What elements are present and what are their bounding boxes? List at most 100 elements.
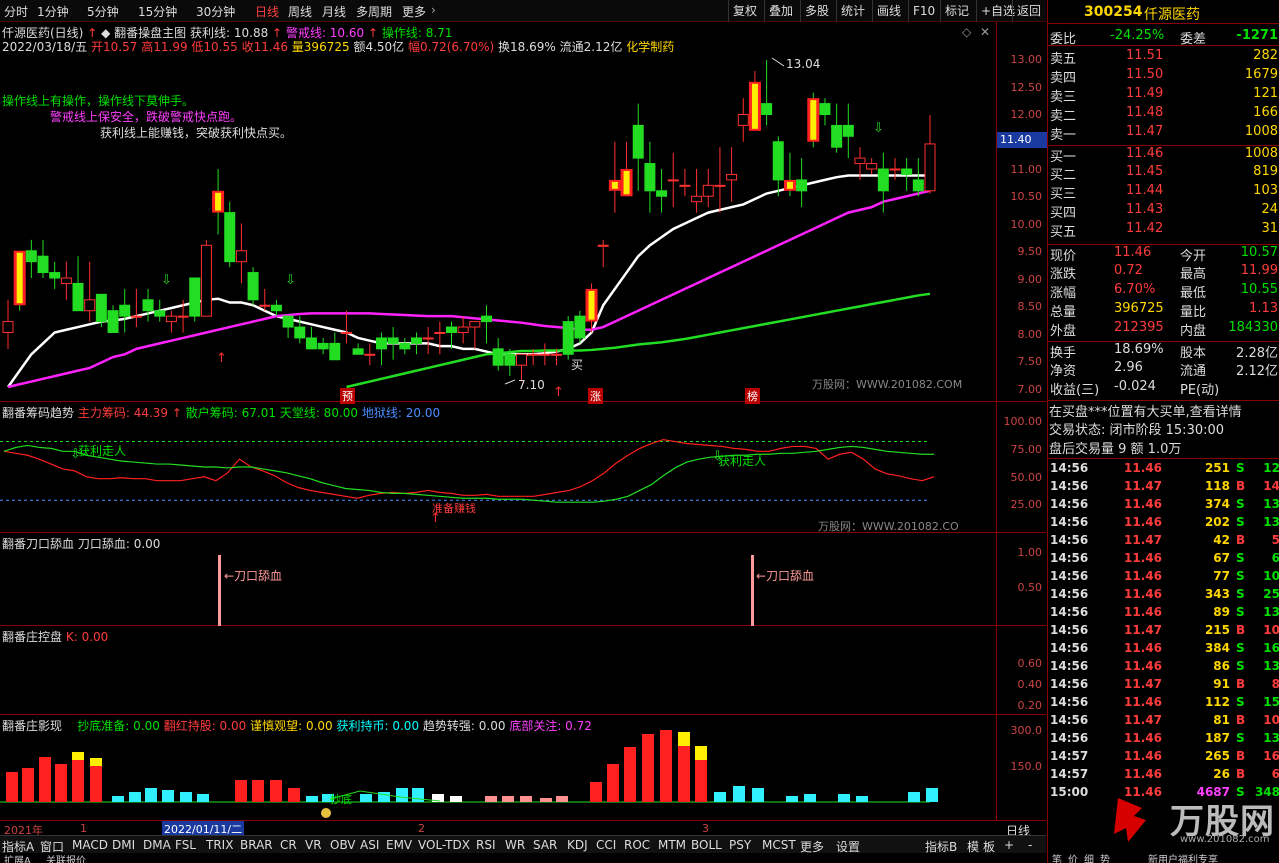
ext-a-tab[interactable]: 扩展A xyxy=(4,852,31,863)
shadow-bar xyxy=(838,794,850,802)
min-price-label: 7.10 xyxy=(518,378,545,392)
period-tab-fenshi[interactable]: 分时 xyxy=(4,3,28,20)
multi-stock-button[interactable]: 多股 xyxy=(800,0,833,22)
shadow-pane[interactable]: 翻番庄影现 抄底准备: 0.00 翻红持股: 0.00 谨慎观望: 0.00 获… xyxy=(0,715,1046,820)
period-tab-daily[interactable]: 日线 xyxy=(255,3,279,20)
axis-label: 300.0 xyxy=(1010,724,1043,737)
main-chart-pane[interactable]: 仟源医药(日线) ↑ ◆ 翻番操盘主图 获利线: 10.88 ↑ 警戒线: 10… xyxy=(0,22,1047,404)
indicator-tab-10[interactable]: OBV xyxy=(330,838,356,852)
period-tab-monthly[interactable]: 月线 xyxy=(322,3,346,20)
indicator-tab-17[interactable]: KDJ xyxy=(567,838,588,852)
indicator-tab-9[interactable]: VR xyxy=(305,838,322,852)
indicator-tab-19[interactable]: ROC xyxy=(624,838,650,852)
bid-row[interactable]: 买二 11.45 819 xyxy=(1048,164,1279,183)
indicator-tab-18[interactable]: CCI xyxy=(596,838,616,852)
indicator-tab-11[interactable]: ASI xyxy=(360,838,379,852)
candle-body xyxy=(702,184,714,197)
indicator-tab-7[interactable]: BRAR xyxy=(240,838,273,852)
draw-line-button[interactable]: 画线 xyxy=(872,0,905,22)
candle-body xyxy=(375,337,387,350)
ask-row[interactable]: 卖二 11.48 166 xyxy=(1048,105,1279,124)
period-tab-15min[interactable]: 15分钟 xyxy=(138,3,177,20)
stat-cell: 0.72 xyxy=(1114,263,1143,278)
shadow-bar xyxy=(695,760,707,802)
level-label: 买五 xyxy=(1050,225,1077,240)
indicator-tab-21[interactable]: BOLL xyxy=(691,838,722,852)
indicator-tab-22[interactable]: PSY xyxy=(729,838,751,852)
bid-row[interactable]: 买一 11.46 1008 xyxy=(1048,145,1279,165)
indicator-tab-14[interactable]: RSI xyxy=(476,838,496,852)
indicator-tab-4[interactable]: DMA xyxy=(143,838,171,852)
tick-cell: 11.47 xyxy=(1124,623,1162,637)
level-price: 11.47 xyxy=(1126,124,1164,139)
stats-button[interactable]: 统计 xyxy=(836,0,869,22)
period-tab-more[interactable]: 更多 xyxy=(402,3,426,20)
footer-tab[interactable]: 势 xyxy=(1100,851,1110,863)
knife-edge-pane[interactable]: 翻番刀口舔血 刀口舔血: 0.00 ←刀口舔血 ←刀口舔血 1.00 0.50 xyxy=(0,533,1046,626)
shadow-bar xyxy=(6,772,18,802)
tick-row: 14:56 11.46 67 S 6 xyxy=(1048,551,1279,569)
bid-row[interactable]: 买五 11.42 31 xyxy=(1048,221,1279,240)
bid-row[interactable]: 买三 11.44 103 xyxy=(1048,183,1279,202)
indicator-tab-2[interactable]: MACD xyxy=(72,838,108,852)
ask-row[interactable]: 卖四 11.50 1679 xyxy=(1048,67,1279,86)
tick-cell: 25 xyxy=(1263,587,1279,601)
mark-button[interactable]: 标记 xyxy=(940,0,973,22)
indicator-tab-23[interactable]: MCST xyxy=(762,838,796,852)
indicator-tab-15[interactable]: WR xyxy=(505,838,525,852)
max-pointer xyxy=(771,57,785,67)
period-tab-30min[interactable]: 30分钟 xyxy=(196,3,235,20)
candle-body xyxy=(84,299,96,312)
bid-row[interactable]: 买四 11.43 24 xyxy=(1048,202,1279,221)
chevron-right-icon[interactable]: › xyxy=(431,3,436,17)
period-tab-1min[interactable]: 1分钟 xyxy=(37,3,69,20)
period-tab-multi[interactable]: 多周期 xyxy=(356,3,392,20)
indicator-tab-8[interactable]: CR xyxy=(280,838,297,852)
chip-trend-chart: ⇩ ⇩↑ xyxy=(0,438,935,526)
tick-cell: 14:56 xyxy=(1050,695,1089,709)
stat-row: 现价 11.46 今开 10.57 xyxy=(1048,244,1279,264)
stat-cell: 212395 xyxy=(1114,320,1164,335)
footer-tab[interactable]: 价 xyxy=(1068,851,1078,863)
ask-row[interactable]: 卖五 11.51 282 xyxy=(1048,48,1279,67)
candlestick-chart: ↑ ↑ ⇩ ⇩ ⇩ xyxy=(2,57,936,400)
fuquan-button[interactable]: 复权 xyxy=(728,0,761,22)
candle-body-highlight xyxy=(588,290,595,320)
period-tab-5min[interactable]: 5分钟 xyxy=(87,3,119,20)
period-tab-weekly[interactable]: 周线 xyxy=(288,3,312,20)
indicator-tab-20[interactable]: MTM xyxy=(658,838,686,852)
stat-cell: 10.55 xyxy=(1240,282,1278,297)
axis-label: 1.00 xyxy=(1017,546,1043,559)
tick-row: 14:56 11.46 187 S 13 xyxy=(1048,731,1279,749)
stat-row: 收益(三) -0.024 PE(动) xyxy=(1048,379,1279,398)
candle-body xyxy=(340,332,352,334)
indicator-tab-5[interactable]: FSL xyxy=(175,838,196,852)
f10-button[interactable]: F10 xyxy=(908,0,939,22)
related-quote-tab[interactable]: 关联报价 xyxy=(46,852,86,863)
promo-link[interactable]: 新用户福利专享 xyxy=(1148,851,1218,863)
remove-tab-icon[interactable]: - xyxy=(1028,838,1032,852)
footer-tab[interactable]: 细 xyxy=(1084,851,1094,863)
ask-row[interactable]: 卖一 11.47 1008 xyxy=(1048,124,1279,143)
tick-cell: 187 xyxy=(1204,731,1230,745)
indicator-tab-3[interactable]: DMI xyxy=(112,838,135,852)
footer-tab[interactable]: 笔 xyxy=(1052,851,1062,863)
stat-cell: 1.13 xyxy=(1249,301,1278,316)
chip-trend-pane[interactable]: 翻番筹码趋势 主力筹码: 44.39 ↑ 散户筹码: 67.01 天堂线: 80… xyxy=(0,402,1046,533)
shadow-bar xyxy=(197,794,209,802)
candle-body xyxy=(72,282,84,312)
indicator-tab-6[interactable]: TRIX xyxy=(206,838,233,852)
overlay-button[interactable]: 叠加 xyxy=(764,0,797,22)
tick-cell: B xyxy=(1236,479,1246,493)
indicator-tab-12[interactable]: EMV xyxy=(386,838,412,852)
control-pane[interactable]: 翻番庄控盘 K: 0.00 0.60 0.40 0.20 xyxy=(0,626,1046,715)
level-price: 11.49 xyxy=(1126,86,1164,101)
tick-cell: 14:56 xyxy=(1050,677,1089,691)
ask-row[interactable]: 卖三 11.49 121 xyxy=(1048,86,1279,105)
value-axis: 100.00 75.00 50.00 25.00 xyxy=(996,402,1046,533)
indicator-tab-16[interactable]: SAR xyxy=(533,838,557,852)
add-tab-icon[interactable]: + xyxy=(1004,838,1014,852)
big-order-notice[interactable]: 在买盘***位置有大买单,查看详情 xyxy=(1049,401,1242,420)
back-button[interactable]: 返回 xyxy=(1012,0,1045,22)
indicator-tab-13[interactable]: VOL-TDX xyxy=(418,838,470,852)
